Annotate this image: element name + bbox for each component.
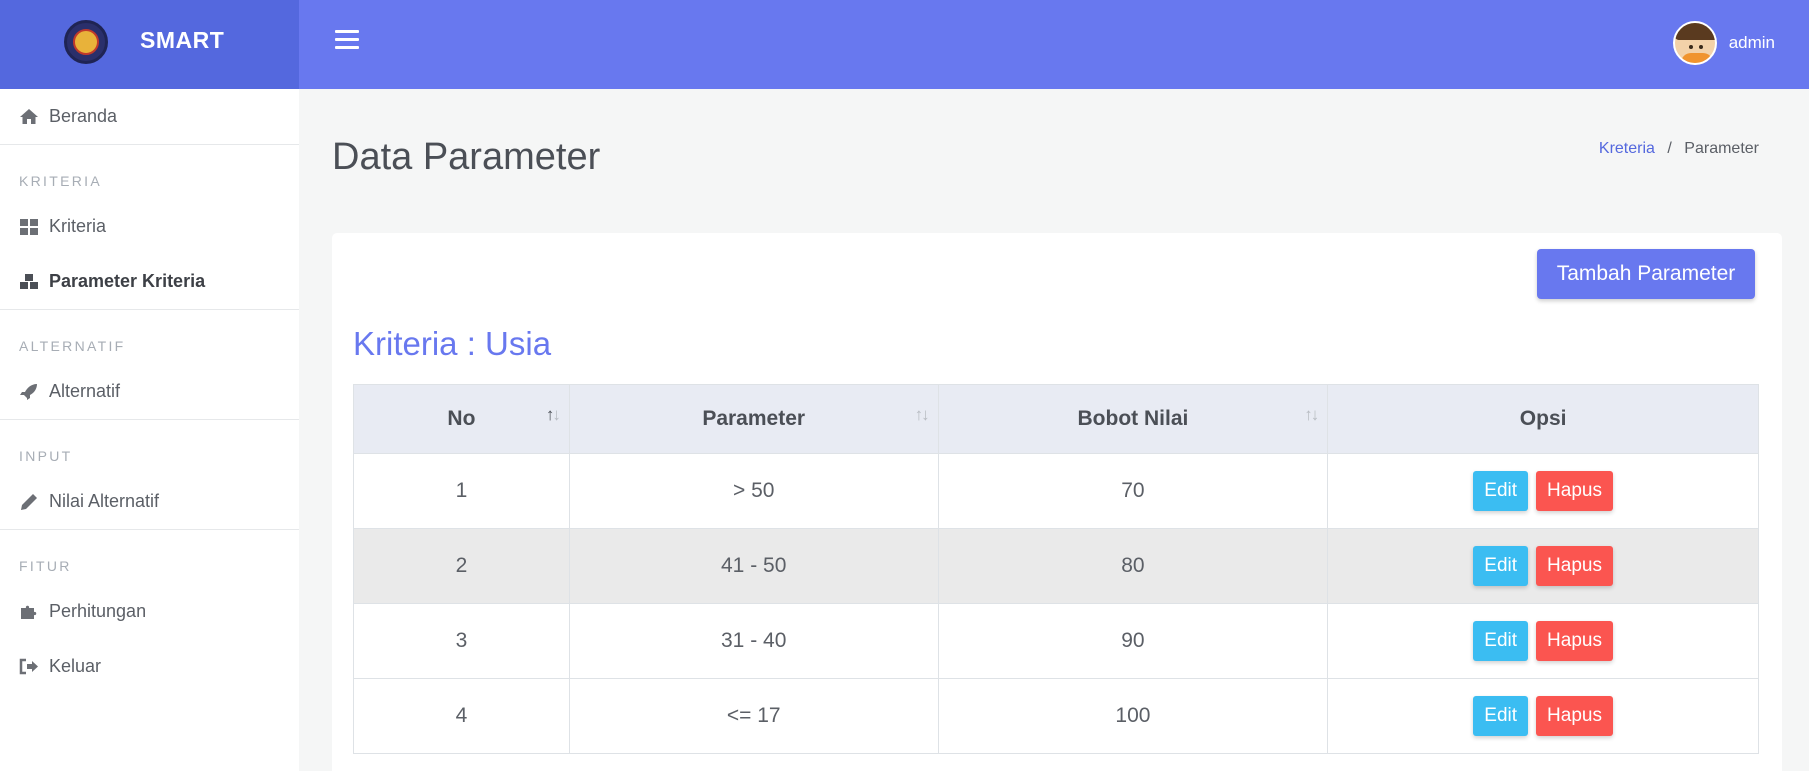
table-row: 4 <= 17 100 Edit Hapus [353,678,1759,754]
cell-parameter: > 50 [568,453,939,529]
sidebar: Beranda KRITERIA Kriteria Parameter Krit… [0,89,299,771]
cell-bobot: 100 [937,678,1329,754]
sort-icon[interactable]: ↑↓ [1304,405,1319,425]
sidebar-item-label: Alternatif [49,381,121,401]
section-input: INPUT [19,448,73,464]
table-row: 2 41 - 50 80 Edit Hapus [353,528,1759,604]
cell-opsi: Edit Hapus [1327,453,1759,529]
sort-icon[interactable]: ↑↓ [546,405,561,425]
sidebar-item-beranda[interactable]: Beranda [0,89,299,144]
cell-parameter: 31 - 40 [568,603,939,679]
cubes-icon [19,273,39,291]
user-menu[interactable]: admin [1672,21,1775,65]
pencil-icon [19,493,39,511]
cell-opsi: Edit Hapus [1327,678,1759,754]
breadcrumb-separator: / [1667,140,1672,157]
table-header-row: No ↑↓ Parameter ↑↓ Bobot Nilai ↑↓ Opsi [353,384,1759,454]
table-row: 3 31 - 40 90 Edit Hapus [353,603,1759,679]
breadcrumb-link-kreteria[interactable]: Kreteria [1599,140,1655,157]
top-navbar: admin [299,0,1809,89]
brand-area: SMART [0,0,299,89]
cell-opsi: Edit Hapus [1327,603,1759,679]
hapus-button[interactable]: Hapus [1536,696,1613,736]
hapus-button[interactable]: Hapus [1536,471,1613,511]
sidebar-item-label: Parameter Kriteria [49,271,206,291]
edit-button[interactable]: Edit [1473,546,1529,586]
column-header-no[interactable]: No ↑↓ [353,384,570,454]
sidebar-item-parameter-kriteria[interactable]: Parameter Kriteria [0,254,299,309]
kriteria-title: Kriteria : Usia [353,325,552,362]
cell-no: 2 [353,528,570,604]
column-header-opsi: Opsi [1327,384,1759,454]
app-title[interactable]: SMART [140,27,224,54]
avatar[interactable] [1672,21,1717,65]
parameter-table: No ↑↓ Parameter ↑↓ Bobot Nilai ↑↓ Opsi 1 > … [353,384,1759,754]
cell-bobot: 70 [937,453,1329,529]
sidebar-item-alternatif[interactable]: Alternatif [0,364,299,419]
cell-bobot: 80 [937,528,1329,604]
puzzle-icon [19,603,39,621]
sidebar-item-label: Nilai Alternatif [49,491,160,511]
hapus-button[interactable]: Hapus [1536,546,1613,586]
home-icon [19,108,39,126]
rocket-icon [19,383,39,401]
breadcrumb-current: Parameter [1684,140,1759,157]
parameter-card: Tambah Parameter Kriteria : Usia No ↑↓ Pa… [332,233,1782,771]
cell-parameter: 41 - 50 [568,528,939,604]
user-name[interactable]: admin [1729,33,1775,53]
sidebar-item-label: Beranda [49,106,118,126]
section-alternatif: ALTERNATIF [19,338,126,354]
cell-parameter: <= 17 [568,678,939,754]
section-fitur: FITUR [19,558,72,574]
tambah-parameter-button[interactable]: Tambah Parameter [1537,249,1755,299]
cell-bobot: 90 [937,603,1329,679]
edit-button[interactable]: Edit [1473,471,1529,511]
sidebar-item-label: Keluar [49,656,102,676]
table-row: 1 > 50 70 Edit Hapus [353,453,1759,529]
sidebar-item-label: Perhitungan [49,601,147,621]
cell-no: 4 [353,678,570,754]
breadcrumb: Kreteria / Parameter [1599,140,1759,158]
cell-opsi: Edit Hapus [1327,528,1759,604]
sidebar-item-kriteria[interactable]: Kriteria [0,199,299,254]
section-kriteria: KRITERIA [19,173,102,189]
sidebar-item-keluar[interactable]: Keluar [0,639,299,694]
sidebar-item-label: Kriteria [49,216,107,236]
menu-toggle-icon[interactable] [335,30,359,52]
edit-button[interactable]: Edit [1473,696,1529,736]
sort-icon[interactable]: ↑↓ [915,405,930,425]
hapus-button[interactable]: Hapus [1536,621,1613,661]
column-header-parameter[interactable]: Parameter ↑↓ [568,384,939,454]
logo-icon[interactable] [64,20,108,64]
grid-icon [19,218,39,236]
sidebar-item-nilai-alternatif[interactable]: Nilai Alternatif [0,474,299,529]
cell-no: 1 [353,453,570,529]
page-title: Data Parameter [332,136,601,178]
sign-out-icon [19,658,39,676]
sidebar-item-perhitungan[interactable]: Perhitungan [0,584,299,639]
edit-button[interactable]: Edit [1473,621,1529,661]
column-header-bobot-nilai[interactable]: Bobot Nilai ↑↓ [937,384,1329,454]
cell-no: 3 [353,603,570,679]
